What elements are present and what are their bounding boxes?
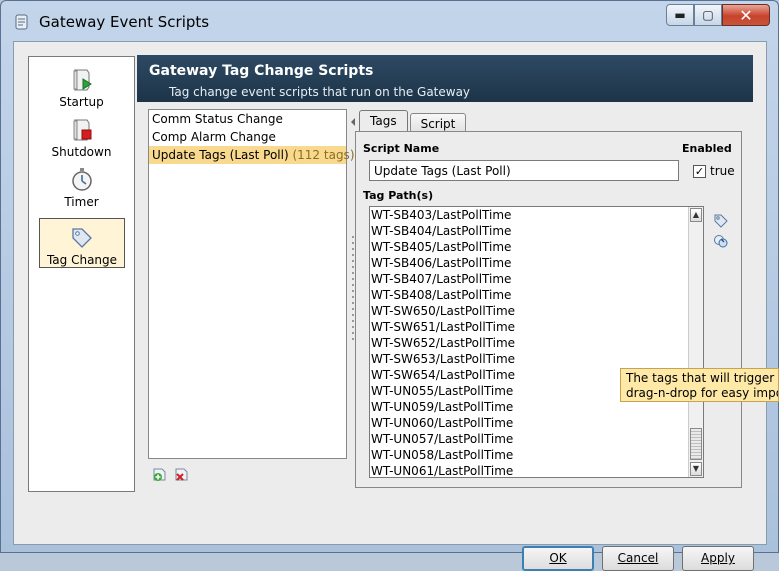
tag-path-item[interactable]: WT-SB404/LastPollTime xyxy=(370,223,703,239)
script-name: Update Tags (Last Poll) xyxy=(152,148,289,162)
list-item-selected[interactable]: Update Tags (Last Poll) (112 tags) xyxy=(149,146,355,164)
tag-count: (112 tags) xyxy=(292,148,355,162)
tag-path-item[interactable]: WT-SB405/LastPollTime xyxy=(370,239,703,255)
tag-paths-label: Tag Path(s) xyxy=(363,189,434,202)
tag-path-item[interactable]: WT-SB403/LastPollTime xyxy=(370,207,703,223)
tag-path-item[interactable]: WT-SB406/LastPollTime xyxy=(370,255,703,271)
tag-change-icon xyxy=(72,228,92,248)
vertical-scrollbar[interactable]: ▲ ▼ xyxy=(688,207,703,477)
shutdown-icon xyxy=(73,119,91,141)
minimize-icon: ▬ xyxy=(674,8,686,22)
tag-path-list[interactable]: WT-SB403/LastPollTime WT-SB404/LastPollTi… xyxy=(369,206,704,478)
scroll-down-arrow[interactable]: ▼ xyxy=(690,462,702,476)
scroll-thumb[interactable] xyxy=(690,428,702,460)
script-name: Comm Status Change xyxy=(152,112,283,126)
cancel-button[interactable]: Cancel xyxy=(602,546,674,571)
tag-path-item[interactable]: WT-UN058/LastPollTime xyxy=(370,447,703,463)
script-list[interactable]: Comm Status Change Comp Alarm Change Upd… xyxy=(148,109,355,459)
tags-tab-panel: Script Name Enabled ✓ true Tag Path(s) W… xyxy=(355,131,742,488)
nav-item-label: Tag Change xyxy=(46,253,118,267)
list-item[interactable]: Comp Alarm Change xyxy=(149,128,346,146)
nav-item-tag-change[interactable]: Tag Change xyxy=(39,218,125,268)
enabled-value-label: true xyxy=(710,164,735,178)
tag-paths-tooltip: The tags that will trigger this drag-n-d… xyxy=(620,368,779,402)
window-title: Gateway Event Scripts xyxy=(39,13,210,31)
cancel-label: Cancel xyxy=(617,551,659,565)
tag-link-icon[interactable] xyxy=(713,233,729,249)
close-icon: ✕ xyxy=(739,5,753,25)
tag-path-item[interactable]: WT-SB407/LastPollTime xyxy=(370,271,703,287)
tag-path-item[interactable]: WT-SW651/LastPollTime xyxy=(370,319,703,335)
enabled-checkbox[interactable]: ✓ xyxy=(693,165,706,178)
close-button[interactable]: ✕ xyxy=(722,4,770,26)
maximize-button[interactable]: ▢ xyxy=(694,4,722,26)
ok-label: OK xyxy=(549,551,567,565)
tag-path-rows: WT-SB403/LastPollTime WT-SB404/LastPollTi… xyxy=(370,207,703,477)
script-name-label: Script Name xyxy=(363,142,440,155)
scroll-app-icon xyxy=(15,14,28,30)
checkmark-icon: ✓ xyxy=(694,165,705,178)
tag-path-item[interactable]: WT-UN057/LastPollTime xyxy=(370,431,703,447)
nav-item-timer[interactable]: Timer xyxy=(29,161,134,209)
page-subtitle: Tag change event scripts that run on the… xyxy=(169,85,471,99)
nav-item-shutdown[interactable]: Shutdown xyxy=(29,111,134,159)
title-bar[interactable]: Gateway Event Scripts ▬ ▢ ✕ xyxy=(1,1,778,41)
maximize-icon: ▢ xyxy=(702,8,714,22)
tooltip-line-2: drag-n-drop for easy importi xyxy=(626,386,778,400)
apply-button[interactable]: Apply xyxy=(682,546,754,571)
tag-path-item[interactable]: WT-SW653/LastPollTime xyxy=(370,351,703,367)
ok-button[interactable]: OK xyxy=(522,546,594,571)
add-script-icon[interactable] xyxy=(152,466,168,482)
tag-browse-icon[interactable] xyxy=(713,213,729,229)
nav-item-label: Shutdown xyxy=(51,145,112,159)
page-header: Gateway Tag Change Scripts Tag change ev… xyxy=(137,55,753,102)
minimize-button[interactable]: ▬ xyxy=(666,4,694,26)
scroll-up-arrow[interactable]: ▲ xyxy=(690,208,702,222)
dialog-content: Startup Shutdown Timer Tag Change Gatewa… xyxy=(13,41,767,571)
timer-icon xyxy=(71,168,92,191)
page-title: Gateway Tag Change Scripts xyxy=(149,63,374,79)
nav-item-startup[interactable]: Startup xyxy=(29,61,134,109)
enabled-label: Enabled xyxy=(682,142,732,155)
script-name: Comp Alarm Change xyxy=(152,130,276,144)
tag-path-item[interactable]: WT-SB408/LastPollTime xyxy=(370,287,703,303)
startup-icon xyxy=(73,69,92,91)
tag-path-item[interactable]: WT-UN061/LastPollTime xyxy=(370,463,703,477)
script-list-toolbar xyxy=(152,466,190,482)
script-name-input[interactable] xyxy=(369,160,679,181)
tag-path-item[interactable]: WT-UN060/LastPollTime xyxy=(370,415,703,431)
delete-script-icon[interactable] xyxy=(174,466,190,482)
tag-path-item[interactable]: WT-SW650/LastPollTime xyxy=(370,303,703,319)
event-type-nav: Startup Shutdown Timer Tag Change xyxy=(28,56,135,492)
window-controls: ▬ ▢ ✕ xyxy=(666,4,770,26)
nav-item-label: Timer xyxy=(64,195,99,209)
apply-label: Apply xyxy=(701,551,735,565)
tag-path-item[interactable]: WT-SW652/LastPollTime xyxy=(370,335,703,351)
gateway-event-scripts-window: Gateway Event Scripts ▬ ▢ ✕ Startup Shut… xyxy=(0,0,779,571)
list-item[interactable]: Comm Status Change xyxy=(149,110,346,128)
tag-tools xyxy=(709,209,734,253)
nav-item-label: Startup xyxy=(59,95,104,109)
tooltip-line-1: The tags that will trigger this xyxy=(626,371,778,385)
